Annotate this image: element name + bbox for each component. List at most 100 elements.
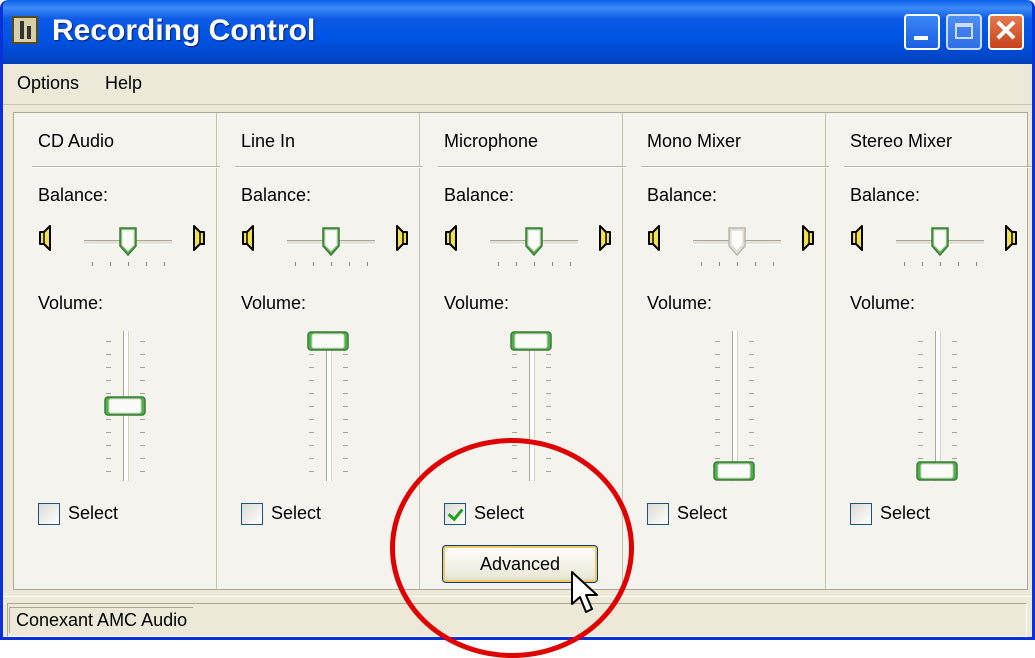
select-checkbox[interactable] (38, 503, 60, 525)
menu-help[interactable]: Help (105, 73, 142, 94)
volume-tick (343, 354, 348, 355)
volume-tick (343, 458, 348, 459)
volume-slider[interactable] (84, 331, 146, 481)
select-checkbox[interactable] (444, 503, 466, 525)
volume-tick (952, 445, 957, 446)
volume-slider[interactable] (693, 331, 755, 481)
balance-slider[interactable] (896, 227, 984, 273)
volume-tick (106, 432, 111, 433)
volume-track (732, 331, 738, 481)
menu-options[interactable]: Options (17, 73, 79, 94)
balance-slider[interactable] (490, 227, 578, 273)
recording-control-window: Recording Control ✕ Options Help CD Audi… (0, 0, 1035, 640)
select-checkbox[interactable] (647, 503, 669, 525)
volume-ticks-right (343, 341, 349, 472)
select-label[interactable]: Select (271, 503, 321, 524)
volume-tick (512, 471, 517, 472)
mixer-app-icon (12, 16, 38, 44)
volume-ticks-left (715, 341, 721, 472)
title-bar[interactable]: Recording Control ✕ (3, 0, 1032, 64)
volume-tick (140, 471, 145, 472)
balance-tick (349, 262, 350, 266)
volume-tick (546, 367, 551, 368)
volume-tick (952, 380, 957, 381)
volume-tick (106, 380, 111, 381)
volume-slider[interactable] (287, 331, 349, 481)
volume-tick (512, 445, 517, 446)
volume-tick (309, 432, 314, 433)
volume-thumb[interactable] (104, 396, 146, 416)
volume-tick (140, 367, 145, 368)
volume-tick (512, 458, 517, 459)
balance-slider[interactable] (287, 227, 375, 273)
volume-tick (106, 354, 111, 355)
balance-tick (755, 262, 756, 266)
speaker-left-icon (38, 225, 54, 251)
volume-tick (952, 393, 957, 394)
channel-separator (641, 166, 829, 168)
volume-tick (715, 445, 720, 446)
channel-name: Mono Mixer (647, 131, 742, 151)
balance-tick (498, 262, 499, 266)
volume-tick (140, 393, 145, 394)
balance-label: Balance: (647, 185, 718, 205)
volume-ticks-left (918, 341, 924, 472)
volume-tick (140, 341, 145, 342)
balance-tick (164, 262, 165, 266)
volume-tick (918, 380, 923, 381)
select-label[interactable]: Select (68, 503, 118, 524)
volume-tick (309, 419, 314, 420)
volume-ticks-right (546, 341, 552, 472)
volume-tick (715, 393, 720, 394)
volume-tick (952, 367, 957, 368)
balance-thumb[interactable] (523, 227, 545, 257)
volume-tick (343, 406, 348, 407)
balance-thumb[interactable] (117, 227, 139, 257)
volume-tick (140, 445, 145, 446)
select-label[interactable]: Select (474, 503, 524, 524)
minimize-button[interactable] (904, 14, 940, 50)
volume-track (935, 331, 941, 481)
channel-separator (438, 166, 626, 168)
volume-tick (546, 406, 551, 407)
select-label[interactable]: Select (880, 503, 930, 524)
volume-thumb[interactable] (307, 331, 349, 351)
balance-ticks (498, 262, 571, 268)
speaker-left-icon (647, 225, 663, 251)
volume-tick (749, 341, 754, 342)
volume-tick (140, 419, 145, 420)
volume-tick (343, 445, 348, 446)
volume-tick (343, 471, 348, 472)
maximize-icon (955, 23, 973, 39)
volume-slider[interactable] (490, 331, 552, 481)
balance-thumb[interactable] (929, 227, 951, 257)
window-title: Recording Control (52, 14, 316, 47)
volume-tick (715, 458, 720, 459)
maximize-button (946, 14, 982, 50)
volume-tick (546, 471, 551, 472)
close-button[interactable]: ✕ (988, 14, 1024, 50)
volume-tick (918, 354, 923, 355)
balance-label: Balance: (444, 185, 515, 205)
balance-thumb[interactable] (320, 227, 342, 257)
volume-tick (952, 341, 957, 342)
volume-tick (749, 419, 754, 420)
volume-tick (749, 445, 754, 446)
volume-tick (309, 458, 314, 459)
volume-tick (715, 341, 720, 342)
volume-slider[interactable] (896, 331, 958, 481)
volume-label: Volume: (241, 293, 307, 313)
balance-ticks (701, 262, 774, 268)
select-checkbox[interactable] (241, 503, 263, 525)
volume-thumb[interactable] (510, 331, 552, 351)
volume-track (529, 331, 535, 481)
volume-tick (918, 458, 923, 459)
select-checkbox[interactable] (850, 503, 872, 525)
balance-slider[interactable] (84, 227, 172, 273)
volume-tick (952, 406, 957, 407)
select-label[interactable]: Select (677, 503, 727, 524)
volume-tick (952, 419, 957, 420)
volume-thumb[interactable] (916, 461, 958, 481)
volume-tick (309, 471, 314, 472)
volume-thumb[interactable] (713, 461, 755, 481)
